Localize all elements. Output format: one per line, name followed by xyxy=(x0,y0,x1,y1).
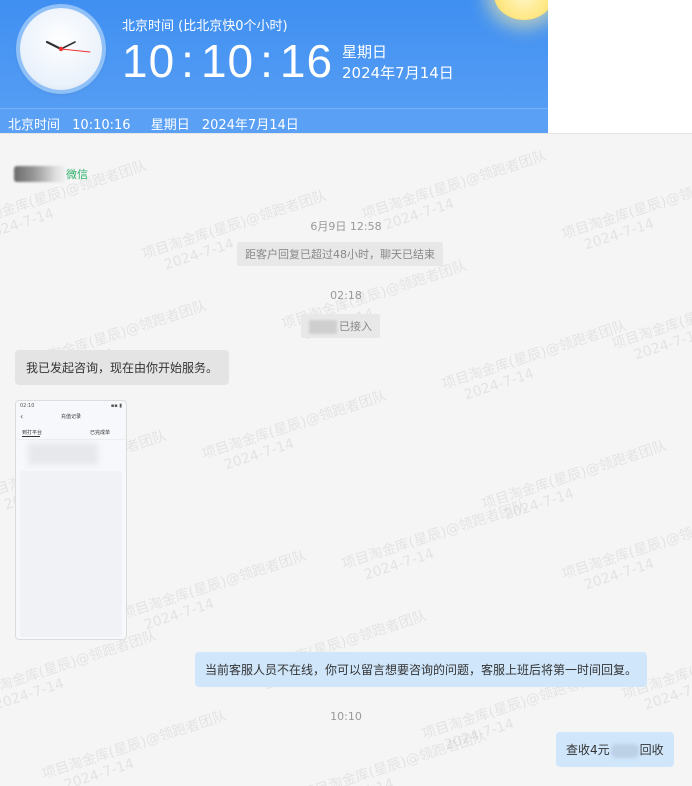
msg-prefix: 查收4元 xyxy=(566,743,610,757)
sun-icon xyxy=(494,0,548,20)
system-message-joined: 已接入 xyxy=(301,314,380,338)
timestamp: 10:10 xyxy=(330,710,362,723)
timezone-label: 北京时间 (比北京快0个小时) xyxy=(122,19,288,34)
clock-icon xyxy=(20,8,102,90)
bar-weekday: 星期日 xyxy=(150,118,190,133)
screenshot-tab: 已完成单 xyxy=(90,430,111,436)
screenshot-tab: 到打平台 xyxy=(22,430,43,436)
status-icons: ▪▪ ▮ xyxy=(110,403,122,409)
date: 2024年7月14日 xyxy=(342,64,454,82)
watermark-text: 项目淘金库(星辰)@领跑者团队 2024-7-14 xyxy=(560,507,692,599)
blurred-text xyxy=(610,743,639,758)
big-time: 10:10:16 xyxy=(122,35,334,87)
agent-name-blurred xyxy=(309,320,337,334)
message-bubble-right[interactable]: 查收4元 回收 xyxy=(556,732,674,767)
time-status-bar: 北京时间 10:10:16 星期日 2024年7月14日 xyxy=(0,108,548,133)
seconds: 16 xyxy=(279,35,334,87)
bar-time: 10:10:16 xyxy=(72,118,131,133)
joined-text: 已接入 xyxy=(339,320,372,333)
timestamp: 02:18 xyxy=(330,289,362,302)
hours: 10 xyxy=(122,35,176,87)
weekday: 星期日 xyxy=(342,43,388,61)
watermark-text: 项目淘金库(星辰)@领跑者团队 2024-7-14 xyxy=(440,317,629,409)
clock-banner: 北京时间 (比北京快0个小时) 10:10:16 星期日 2024年7月14日 … xyxy=(0,0,548,133)
bar-tz: 北京时间 xyxy=(8,118,61,133)
minutes: 10 xyxy=(200,35,255,87)
contact-header[interactable]: 微信 xyxy=(14,166,88,182)
watermark-text: 项目淘金库(星辰)@领跑者团队 2024-7-14 xyxy=(120,547,309,639)
watermark-text: 项目淘金库(星辰)@领跑者团队 2024-7-14 xyxy=(480,437,669,529)
bar-date: 2024年7月14日 xyxy=(201,118,299,133)
msg-suffix: 回收 xyxy=(639,743,664,757)
watermark-text: 项目淘金库(星辰)@领跑者团队 2024-7-14 xyxy=(560,167,692,259)
message-bubble-left[interactable]: 我已发起咨询，现在由你开始服务。 xyxy=(15,350,230,385)
status-time: 02:10 xyxy=(20,403,35,409)
system-message-ended: 距客户回复已超过48小时，聊天已结束 xyxy=(237,242,443,266)
tab-underline xyxy=(22,436,40,437)
chat-panel[interactable]: 项目淘金库(星辰)@领跑者团队 2024-7-14 项目淘金库(星辰)@领跑者团队… xyxy=(0,133,692,786)
image-message[interactable]: 02:10 ▪▪ ▮ ‹ 充值记录 到打平台 已完成单 xyxy=(15,400,127,640)
blurred-row xyxy=(28,443,98,465)
watermark-text: 项目淘金库(星辰)@领跑者团队 2024-7-14 xyxy=(200,387,389,479)
watermark-text: 项目淘金库(星辰)@领跑者团队 2024-7-14 xyxy=(340,497,529,589)
screenshot-title: 充值记录 xyxy=(60,414,81,420)
message-bubble-right[interactable]: 当前客服人员不在线，你可以留言想要咨询的问题，客服上班后将第一时间回复。 xyxy=(195,652,648,687)
timestamp: 6月9日 12:58 xyxy=(310,220,382,233)
screenshot-card xyxy=(20,471,122,637)
wechat-source-label: 微信 xyxy=(66,168,88,181)
divider xyxy=(16,439,126,440)
contact-name-blurred xyxy=(14,166,66,182)
watermark-text: 项目淘金库(星辰)@领跑者团队 2024-7-14 xyxy=(300,727,489,786)
